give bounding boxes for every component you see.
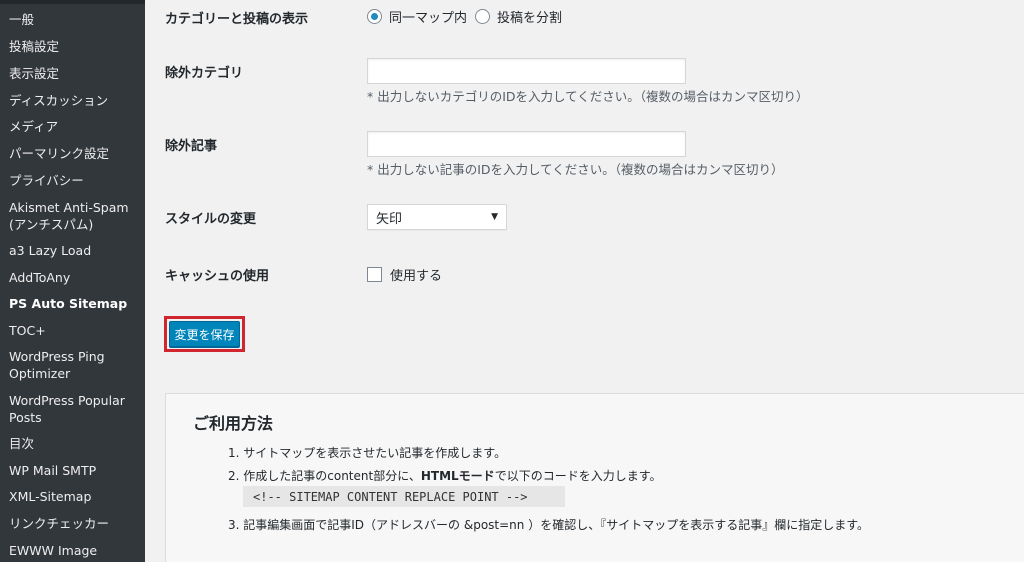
sidebar-item-ps-auto-sitemap[interactable]: PS Auto Sitemap: [0, 295, 145, 312]
sidebar-item-reading[interactable]: 表示設定: [0, 65, 145, 82]
settings-content: カテゴリーと投稿の表示 同一マップ内 投稿を分割 除外カテゴリ * 出力しないカ…: [145, 0, 1024, 562]
admin-sidebar: 一般 投稿設定 表示設定 ディスカッション メディア パーマリンク設定 プライバ…: [0, 0, 145, 562]
usage-step-2-post: で以下のコードを入力します。: [494, 469, 662, 483]
sidebar-item-discussion[interactable]: ディスカッション: [0, 92, 145, 109]
style-select-value: 矢印: [376, 211, 403, 227]
usage-step-2: 2. 作成した記事のcontent部分に、HTMLモードで以下のコードを入力しま…: [228, 467, 662, 484]
radio-same-map[interactable]: [367, 9, 382, 24]
usage-step-2-pre: 2. 作成した記事のcontent部分に、: [228, 469, 421, 483]
cache-label: キャッシュの使用: [165, 269, 270, 284]
exclude-post-hint: * 出力しない記事のIDを入力してください。（複数の場合はカンマ区切り）: [367, 162, 784, 177]
exclude-category-hint: * 出力しないカテゴリのIDを入力してください。（複数の場合はカンマ区切り）: [367, 89, 809, 104]
usage-step-1: 1. サイトマップを表示させたい記事を作成します。: [228, 446, 507, 460]
sidebar-item-writing[interactable]: 投稿設定: [0, 38, 145, 55]
sidebar-item-xml-sitemap[interactable]: XML-Sitemap: [0, 488, 145, 505]
sidebar-item-wp-mail-smtp[interactable]: WP Mail SMTP: [0, 462, 145, 479]
sidebar-item-toc-plus[interactable]: TOC+: [0, 322, 145, 339]
sidebar-item-link-checker[interactable]: リンクチェッカー: [0, 515, 145, 532]
sidebar-item-addtoany[interactable]: AddToAny: [0, 269, 145, 286]
exclude-post-input[interactable]: [367, 131, 686, 157]
style-select[interactable]: 矢印 ▼: [367, 204, 507, 230]
sidebar-item-akismet[interactable]: Akismet Anti-Spam (アンチスパム): [0, 199, 145, 233]
exclude-post-label: 除外記事: [165, 139, 218, 154]
usage-step-3: 3. 記事編集画面で記事ID（アドレスバーの &post=nn ）を確認し、『サ…: [228, 518, 870, 532]
exclude-category-input[interactable]: [367, 58, 686, 84]
save-button-highlight: 変更を保存: [164, 316, 245, 352]
sidebar-item-a3-lazy-load[interactable]: a3 Lazy Load: [0, 242, 145, 259]
usage-step-2-bold: HTMLモード: [420, 469, 495, 483]
style-label: スタイルの変更: [165, 212, 257, 227]
cache-checkbox[interactable]: [367, 267, 382, 282]
sidebar-item-media[interactable]: メディア: [0, 118, 145, 135]
radio-split-posts-label[interactable]: 投稿を分割: [497, 7, 562, 26]
category-display-radios: 同一マップ内 投稿を分割: [367, 7, 570, 26]
sidebar-item-permalink[interactable]: パーマリンク設定: [0, 145, 145, 162]
radio-same-map-label[interactable]: 同一マップ内: [389, 7, 467, 26]
sidebar-item-popular-posts[interactable]: WordPress Popular Posts: [0, 392, 145, 426]
sidebar-item-toc[interactable]: 目次: [0, 435, 145, 452]
sidebar-item-ewww-image[interactable]: EWWW Image: [0, 542, 145, 559]
sidebar-top-bar: [0, 0, 145, 4]
save-button[interactable]: 変更を保存: [169, 321, 240, 347]
sidebar-item-privacy[interactable]: プライバシー: [0, 172, 145, 189]
sidebar-item-ping-optimizer[interactable]: WordPress Ping Optimizer: [0, 348, 145, 382]
usage-title: ご利用方法: [193, 414, 274, 433]
usage-box: ご利用方法 1. サイトマップを表示させたい記事を作成します。 2. 作成した記…: [165, 393, 1024, 562]
exclude-category-label: 除外カテゴリ: [165, 66, 244, 81]
radio-split-posts[interactable]: [475, 9, 491, 24]
radio-selected-dot: [371, 13, 378, 20]
category-display-label: カテゴリーと投稿の表示: [165, 12, 309, 27]
dropdown-arrow-icon: ▼: [491, 212, 498, 222]
sidebar-item-general[interactable]: 一般: [0, 11, 145, 28]
cache-checkbox-label[interactable]: 使用する: [390, 265, 442, 284]
sitemap-code-snippet: <!-- SITEMAP CONTENT REPLACE POINT -->: [243, 486, 565, 507]
cache-checkbox-row: 使用する: [367, 265, 442, 284]
